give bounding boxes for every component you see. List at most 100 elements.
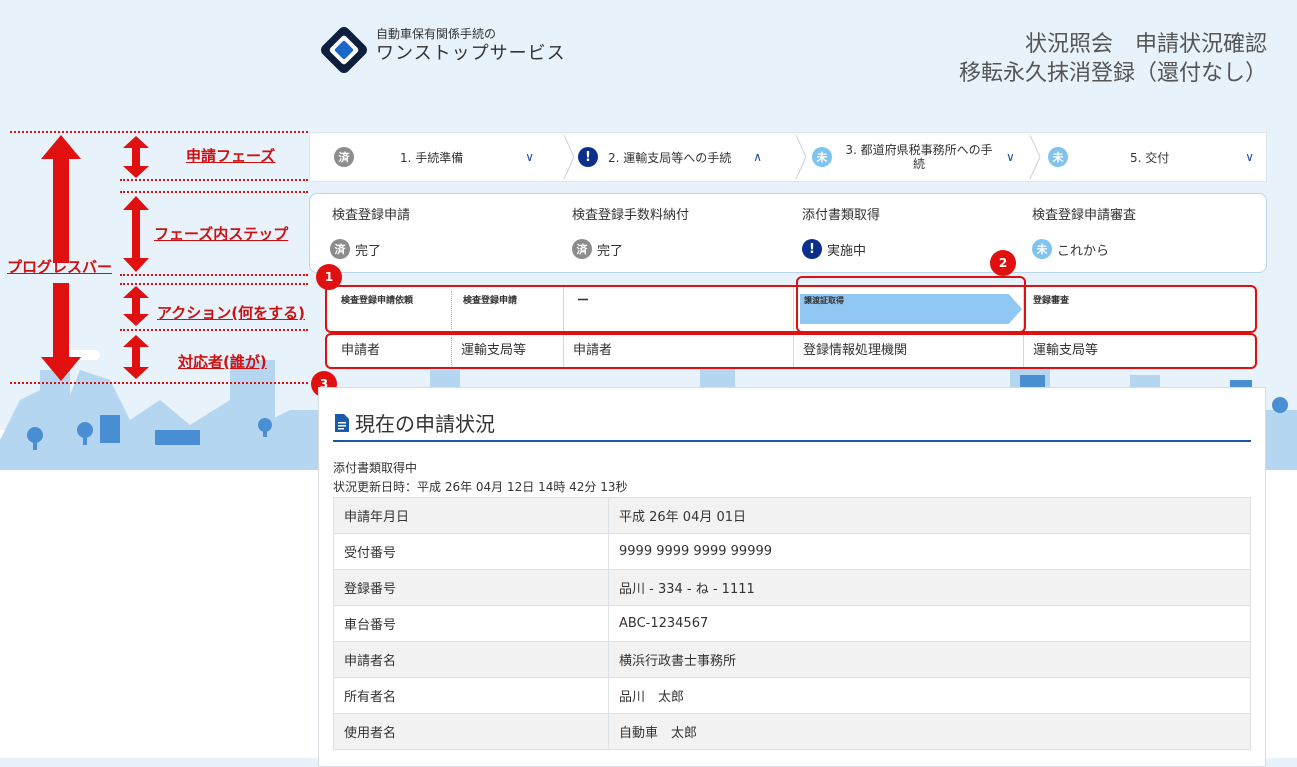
action-range-arrow — [123, 286, 149, 326]
phase-steps: 検査登録申請 済 完了 検査登録手数料納付 済 完了 添付書類取得 ! 実施中 … — [309, 193, 1267, 273]
step-title: 検査登録申請審査 — [1032, 208, 1137, 223]
table-value: 品川 - 334 - ね - 1111 — [608, 569, 1251, 606]
step-title: 検査登録手数料納付 — [572, 208, 690, 223]
table-row: 所有者名 品川 太郎 — [333, 677, 1251, 714]
current-badge-icon: ! — [802, 239, 822, 259]
step-status-text: 完了 — [355, 243, 382, 259]
current-badge-icon: ! — [578, 147, 598, 167]
page-title-line2: 移転永久抹消登録（還付なし） — [958, 61, 1267, 86]
marker-2: 2 — [990, 250, 1016, 276]
step-status: 済 完了 — [572, 239, 623, 259]
table-value: 横浜行政書士事務所 — [608, 641, 1251, 678]
table-row: 登録番号 品川 - 334 - ね - 1111 — [333, 569, 1251, 606]
table-value: 平成 26年 04月 01日 — [608, 497, 1251, 534]
step-status-text: これから — [1057, 243, 1110, 259]
phase-label: 1. 手続準備 — [400, 150, 464, 165]
done-badge-icon: 済 — [330, 239, 350, 259]
table-row: 使用者名 自動車 太郎 — [333, 713, 1251, 750]
divider — [793, 287, 794, 331]
annotation-dotline — [120, 191, 308, 193]
action-row: 検査登録申請依頼 検査登録申請 ー 譲渡証取得 登録審査 — [325, 285, 1257, 333]
phase-label: 5. 交付 — [1130, 150, 1170, 165]
table-row: 申請者名 横浜行政書士事務所 — [333, 641, 1251, 678]
done-badge-icon: 済 — [334, 147, 354, 167]
chevron-down-icon[interactable]: ∨ — [1245, 150, 1254, 164]
step-status: ! 実施中 — [802, 239, 866, 259]
table-key: 所有者名 — [333, 677, 609, 714]
divider — [1023, 335, 1024, 367]
annotation-responder: 対応者(誰が) — [178, 353, 267, 371]
table-value: 9999 9999 9999 99999 — [608, 533, 1251, 570]
status-table: 申請年月日 平成 26年 04月 01日 受付番号 9999 9999 9999 9… — [333, 497, 1251, 750]
document-icon — [335, 413, 349, 432]
phase-bar: 済 1. 手続準備 ∨ ! 2. 運輸支局等への手続 ∧ 未 3. 都道府県税事… — [309, 132, 1267, 182]
action-cell: 検査登録申請 — [463, 296, 518, 306]
phase-range-arrow — [123, 136, 149, 178]
chevron-separator-icon — [1029, 134, 1041, 180]
status-card-title-text: 現在の申請状況 — [355, 412, 495, 436]
divider — [451, 337, 452, 365]
page-title-line1: 状況照会 申請状況確認 — [1024, 32, 1267, 57]
table-key: 申請年月日 — [333, 497, 609, 534]
chevron-separator-icon — [795, 134, 807, 180]
step-4: 検査登録申請審査 未 これから — [1000, 194, 1266, 272]
annotation-action: アクション(何をする) — [157, 304, 305, 322]
step-title: 検査登録申請 — [332, 208, 411, 223]
chevron-up-icon[interactable]: ∧ — [753, 150, 762, 164]
responder-cell: 申請者 — [341, 343, 381, 358]
page-title: 状況照会 申請状況確認 移転永久抹消登録（還付なし） — [959, 30, 1267, 88]
current-action-highlight — [796, 276, 1026, 333]
responder-row: 申請者 運輸支局等 申請者 登録情報処理機関 運輸支局等 — [325, 333, 1257, 369]
table-key: 登録番号 — [333, 569, 609, 606]
annotation-step: フェーズ内ステップ — [154, 225, 289, 243]
step-title: 添付書類取得 — [802, 208, 881, 223]
step-status: 済 完了 — [330, 239, 381, 259]
table-value: 自動車 太郎 — [608, 713, 1251, 750]
divider — [793, 335, 794, 367]
responder-cell: 運輸支局等 — [461, 343, 527, 358]
annotation-phase: 申請フェーズ — [186, 147, 276, 165]
table-key: 受付番号 — [333, 533, 609, 570]
step-range-arrow — [123, 196, 149, 272]
table-row: 車台番号 ABC-1234567 — [333, 605, 1251, 642]
action-cell: 登録審査 — [1033, 296, 1070, 306]
table-key: 申請者名 — [333, 641, 609, 678]
phase-label: 2. 運輸支局等への手続 — [608, 150, 732, 165]
chevron-down-icon[interactable]: ∨ — [525, 150, 534, 164]
todo-badge-icon: 未 — [1048, 147, 1068, 167]
table-row: 受付番号 9999 9999 9999 99999 — [333, 533, 1251, 570]
responder-range-arrow — [123, 335, 149, 379]
status-card: 現在の申請状況 添付書類取得中 状況更新日時：平成 26年 04月 12日 14… — [318, 387, 1266, 767]
step-1: 検査登録申請 済 完了 — [310, 194, 540, 272]
phase-5[interactable]: 未 5. 交付 ∨ — [1048, 133, 1264, 181]
action-cell: 検査登録申請依頼 — [341, 296, 414, 306]
chevron-separator-icon — [563, 134, 575, 180]
done-badge-icon: 済 — [572, 239, 592, 259]
responder-cell: 申請者 — [573, 343, 613, 358]
table-row: 申請年月日 平成 26年 04月 01日 — [333, 497, 1251, 534]
marker-1: 1 — [316, 264, 342, 290]
responder-cell: 運輸支局等 — [1033, 343, 1099, 358]
table-value: 品川 太郎 — [608, 677, 1251, 714]
phase-2[interactable]: ! 2. 運輸支局等への手続 ∧ — [578, 133, 798, 181]
annotation-dotline — [120, 274, 308, 276]
annotation-progress: プログレスバー — [7, 258, 113, 276]
phase-1[interactable]: 済 1. 手続準備 ∨ — [334, 133, 554, 181]
logo-subtitle: 自動車保有関係手続の — [376, 27, 497, 41]
todo-badge-icon: 未 — [812, 147, 832, 167]
phase-3[interactable]: 未 3. 都道府県税事務所への手続 ∨ — [812, 133, 1032, 181]
logo-service-name: ワンストップサービス — [376, 43, 566, 64]
phase-label: 3. 都道府県税事務所への手続 — [845, 143, 993, 171]
chevron-down-icon[interactable]: ∨ — [1006, 150, 1015, 164]
status-updated: 状況更新日時：平成 26年 04月 12日 14時 42分 13秒 — [333, 480, 628, 494]
step-status-text: 実施中 — [827, 243, 867, 259]
step-3: 添付書類取得 ! 実施中 — [770, 194, 1000, 272]
status-card-title: 現在の申請状況 — [335, 408, 495, 437]
table-key: 車台番号 — [333, 605, 609, 642]
step-2: 検査登録手数料納付 済 完了 — [540, 194, 770, 272]
annotation-dotline — [120, 329, 308, 331]
action-cell: ー — [577, 293, 590, 307]
logo-icon — [321, 27, 367, 73]
step-status-text: 完了 — [597, 243, 624, 259]
step-status: 未 これから — [1032, 239, 1109, 259]
